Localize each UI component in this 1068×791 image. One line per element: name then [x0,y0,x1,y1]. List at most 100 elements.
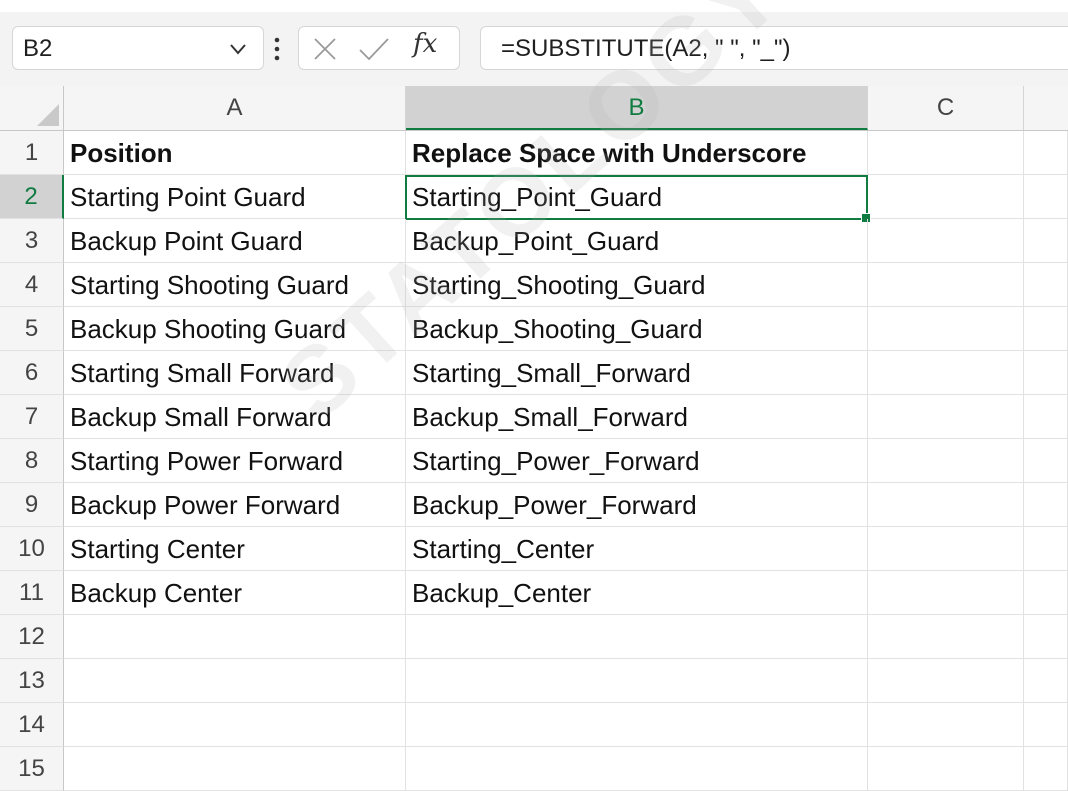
row-header[interactable]: 10 [0,527,64,571]
chevron-down-icon[interactable] [227,38,249,60]
cell-c[interactable] [868,395,1024,439]
select-all-corner[interactable] [0,86,64,130]
row-header[interactable]: 2 [0,175,64,219]
enter-check-icon[interactable] [357,35,391,63]
formula-bar: B2 fx =SUBSTITUTE(A2, " ", "_") [0,12,1068,86]
cell-d[interactable] [1024,659,1068,703]
row-header[interactable]: 13 [0,659,64,703]
formula-input[interactable]: =SUBSTITUTE(A2, " ", "_") [480,26,1068,70]
cell-b[interactable]: Starting_Power_Forward [406,439,868,483]
row-header[interactable]: 3 [0,219,64,263]
cell-c[interactable] [868,131,1024,175]
table-row: 4 Starting Shooting Guard Starting_Shootin… [0,263,1068,307]
cell-a[interactable] [64,747,406,791]
column-header-b[interactable]: B [406,86,868,130]
column-header-c[interactable]: C [868,86,1024,130]
cell-a[interactable]: Starting Point Guard [64,175,406,219]
cell-a[interactable] [64,659,406,703]
cell-d[interactable] [1024,615,1068,659]
cell-c[interactable] [868,175,1024,219]
cell-b[interactable] [406,615,868,659]
formula-tools: fx [298,26,460,70]
row-header[interactable]: 6 [0,351,64,395]
cancel-icon[interactable] [311,35,339,63]
table-row: 10 Starting Center Starting_Center [0,527,1068,571]
cell-b[interactable]: Backup_Small_Forward [406,395,868,439]
table-row: 12 [0,615,1068,659]
cell-b[interactable]: Starting_Small_Forward [406,351,868,395]
cell-a[interactable]: Backup Power Forward [64,483,406,527]
cell-c[interactable] [868,439,1024,483]
table-row: 13 [0,659,1068,703]
cell-d[interactable] [1024,527,1068,571]
cell-c[interactable] [868,703,1024,747]
cell-d[interactable] [1024,131,1068,175]
cell-b[interactable]: Backup_Point_Guard [406,219,868,263]
cell-a[interactable] [64,615,406,659]
cell-d[interactable] [1024,175,1068,219]
cell-b[interactable]: Starting_Point_Guard [406,175,868,219]
cell-c[interactable] [868,483,1024,527]
cell-d[interactable] [1024,747,1068,791]
cell-a[interactable]: Starting Center [64,527,406,571]
cell-a[interactable]: Starting Shooting Guard [64,263,406,307]
cell-a[interactable]: Backup Shooting Guard [64,307,406,351]
cell-d[interactable] [1024,263,1068,307]
row-header[interactable]: 14 [0,703,64,747]
cell-d[interactable] [1024,351,1068,395]
cell-d[interactable] [1024,483,1068,527]
row-header[interactable]: 8 [0,439,64,483]
column-header-a[interactable]: A [64,86,406,130]
cell-c[interactable] [868,351,1024,395]
column-header-d[interactable] [1024,86,1068,130]
table-row: 14 [0,703,1068,747]
cell-a[interactable]: Backup Point Guard [64,219,406,263]
cell-c[interactable] [868,307,1024,351]
cell-c[interactable] [868,263,1024,307]
cell-b[interactable]: Starting_Shooting_Guard [406,263,868,307]
table-row: 9 Backup Power Forward Backup_Power_Forwar… [0,483,1068,527]
cell-a[interactable]: Starting Small Forward [64,351,406,395]
worksheet-grid: A B C 1 Position Replace Space with Unders… [0,86,1068,791]
cell-a[interactable]: Backup Center [64,571,406,615]
cell-c[interactable] [868,571,1024,615]
cell-b[interactable] [406,703,868,747]
cell-d[interactable] [1024,703,1068,747]
row-header[interactable]: 1 [0,131,64,175]
cell-c[interactable] [868,615,1024,659]
cell-b[interactable] [406,747,868,791]
cell-b[interactable]: Backup_Shooting_Guard [406,307,868,351]
function-icon[interactable]: fx [413,29,437,59]
name-box[interactable]: B2 [12,26,264,70]
name-box-value: B2 [23,35,53,62]
cell-b[interactable]: Backup_Power_Forward [406,483,868,527]
row-header[interactable]: 15 [0,747,64,791]
cell-b[interactable] [406,659,868,703]
cell-a[interactable] [64,703,406,747]
table-row: 7 Backup Small Forward Backup_Small_Forwar… [0,395,1068,439]
cell-d[interactable] [1024,395,1068,439]
more-vertical-icon[interactable] [270,36,284,62]
cell-a[interactable]: Backup Small Forward [64,395,406,439]
cell-b[interactable]: Backup_Center [406,571,868,615]
cell-a[interactable]: Position [64,131,406,175]
cell-b[interactable]: Replace Space with Underscore [406,131,868,175]
cell-c[interactable] [868,747,1024,791]
cell-c[interactable] [868,659,1024,703]
row-header[interactable]: 4 [0,263,64,307]
row-header[interactable]: 5 [0,307,64,351]
cell-b[interactable]: Starting_Center [406,527,868,571]
cell-c[interactable] [868,527,1024,571]
cell-c[interactable] [868,219,1024,263]
table-row: 5 Backup Shooting Guard Backup_Shooting_Gu… [0,307,1068,351]
cell-a[interactable]: Starting Power Forward [64,439,406,483]
table-row: 15 [0,747,1068,791]
row-header[interactable]: 12 [0,615,64,659]
row-header[interactable]: 7 [0,395,64,439]
row-header[interactable]: 9 [0,483,64,527]
cell-d[interactable] [1024,571,1068,615]
row-header[interactable]: 11 [0,571,64,615]
cell-d[interactable] [1024,307,1068,351]
cell-d[interactable] [1024,219,1068,263]
cell-d[interactable] [1024,439,1068,483]
